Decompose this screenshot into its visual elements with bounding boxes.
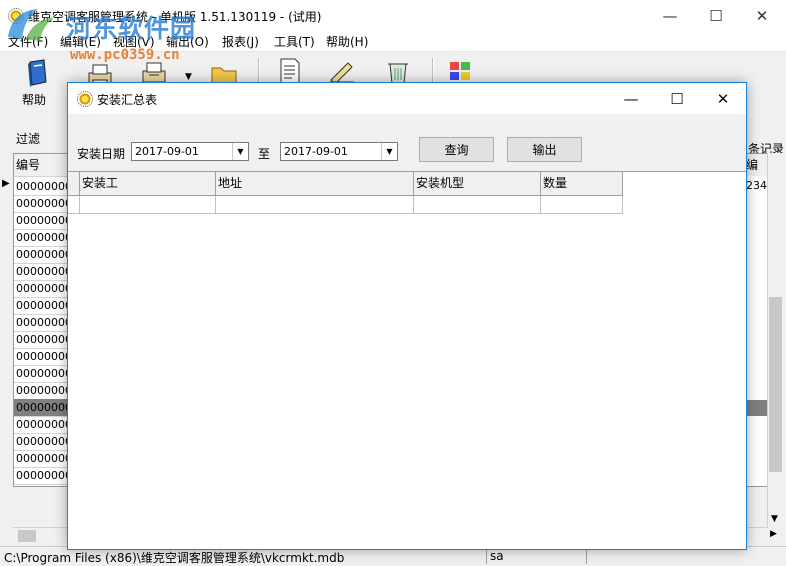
cell-installer[interactable]: [80, 196, 216, 214]
table-row[interactable]: 000000000: [14, 416, 70, 434]
watermark-url: www.pc0359.cn: [70, 47, 180, 63]
dialog-close-button[interactable]: ✕: [700, 83, 746, 114]
end-date-value: 2017-09-01: [284, 145, 348, 158]
query-button[interactable]: 查询: [419, 137, 494, 162]
main-close-button[interactable]: ✕: [739, 0, 785, 31]
watermark-name: 河东软件园: [66, 14, 197, 43]
scroll-down-icon[interactable]: ▼: [771, 514, 778, 524]
status-database-path: C:\Program Files (x86)\维克空调客服管理系统\vkcrmk…: [4, 551, 345, 565]
export-button[interactable]: 输出: [507, 137, 582, 162]
table-row[interactable]: 000000000: [14, 467, 70, 485]
table-row[interactable]: 000000002: [14, 178, 70, 196]
menu-help[interactable]: 帮助(H): [326, 33, 368, 50]
table-row[interactable]: 000000001: [14, 229, 70, 247]
end-date-picker[interactable]: 2017-09-01 ▼: [280, 142, 398, 161]
table-row[interactable]: 000000000: [14, 450, 70, 468]
cell-quantity[interactable]: [541, 196, 623, 214]
status-divider: [486, 549, 487, 564]
table-row-selected[interactable]: 000000000: [14, 399, 70, 417]
dialog-title: 安装汇总表: [97, 93, 158, 107]
edit-icon[interactable]: [328, 58, 356, 84]
help-toolbar-button[interactable]: 帮助: [14, 56, 58, 107]
row-indicator-cell: [68, 196, 80, 214]
current-row-indicator-icon: ▶: [2, 178, 10, 189]
dialog-maximize-button[interactable]: ☐: [654, 83, 700, 114]
table-row[interactable]: 000000002: [14, 348, 70, 366]
dialog-titlebar[interactable]: 安装汇总表 — ☐ ✕: [68, 83, 746, 114]
to-label: 至: [258, 147, 271, 161]
column-header-quantity[interactable]: 数量: [541, 172, 623, 196]
column-header-address[interactable]: 地址: [216, 172, 414, 196]
main-maximize-button[interactable]: ☐: [693, 0, 739, 31]
main-minimize-button[interactable]: —: [647, 0, 693, 31]
windows-icon[interactable]: [446, 58, 474, 84]
book-icon: [28, 59, 47, 87]
table-row[interactable]: 000000000: [14, 382, 70, 400]
table-row[interactable]: 000000000: [14, 331, 70, 349]
table-row[interactable]: 000000001: [14, 246, 70, 264]
dialog-minimize-button[interactable]: —: [608, 83, 654, 114]
horizontal-scroll-thumb[interactable]: [18, 530, 36, 542]
table-row[interactable]: 000000000: [14, 433, 70, 451]
chevron-down-icon[interactable]: ▼: [381, 143, 397, 160]
selected-row-highlight: [746, 400, 768, 416]
table-row[interactable]: 000000001: [14, 212, 70, 230]
filter-label: 过滤: [16, 132, 41, 146]
grid-header-right[interactable]: 编: [746, 154, 768, 176]
install-summary-grid[interactable]: 安装工 地址 安装机型 数量: [68, 171, 746, 549]
dropdown-arrow-icon[interactable]: ▼: [185, 72, 192, 82]
column-header-installer[interactable]: 安装工: [80, 172, 216, 196]
help-toolbar-label: 帮助: [22, 93, 47, 107]
column-header-model[interactable]: 安装机型: [414, 172, 541, 196]
trash-icon[interactable]: [384, 58, 412, 84]
install-summary-dialog: 安装汇总表 — ☐ ✕ 安装日期 2017-09-01 ▼ 至 2017-09-…: [67, 82, 747, 550]
table-row[interactable]: 000000001: [14, 195, 70, 213]
install-date-label: 安装日期: [77, 147, 126, 161]
menu-tools[interactable]: 工具(T): [274, 33, 315, 50]
table-row[interactable]: 000000000: [14, 365, 70, 383]
scroll-right-icon[interactable]: ▶: [770, 529, 777, 539]
grid-cell-right[interactable]: 2345: [746, 179, 768, 196]
status-divider: [586, 549, 587, 564]
menu-report[interactable]: 报表(J): [222, 33, 259, 50]
table-row[interactable]: 000000001: [14, 263, 70, 281]
vertical-scroll-thumb[interactable]: [769, 297, 782, 472]
row-indicator-header: [68, 172, 80, 196]
watermark-logo: [8, 9, 54, 41]
document-icon[interactable]: [275, 58, 303, 84]
dialog-app-icon: [77, 91, 93, 107]
status-user: sa: [490, 549, 504, 563]
cell-model[interactable]: [414, 196, 541, 214]
table-row[interactable]: 000000001: [14, 314, 70, 332]
cell-address[interactable]: [216, 196, 414, 214]
chevron-down-icon[interactable]: ▼: [232, 143, 248, 160]
start-date-value: 2017-09-01: [135, 145, 199, 158]
start-date-picker[interactable]: 2017-09-01 ▼: [131, 142, 249, 161]
grid-header-id[interactable]: 编号: [14, 154, 71, 177]
table-row[interactable]: 000000001: [14, 297, 70, 315]
table-row[interactable]: 000000001: [14, 280, 70, 298]
